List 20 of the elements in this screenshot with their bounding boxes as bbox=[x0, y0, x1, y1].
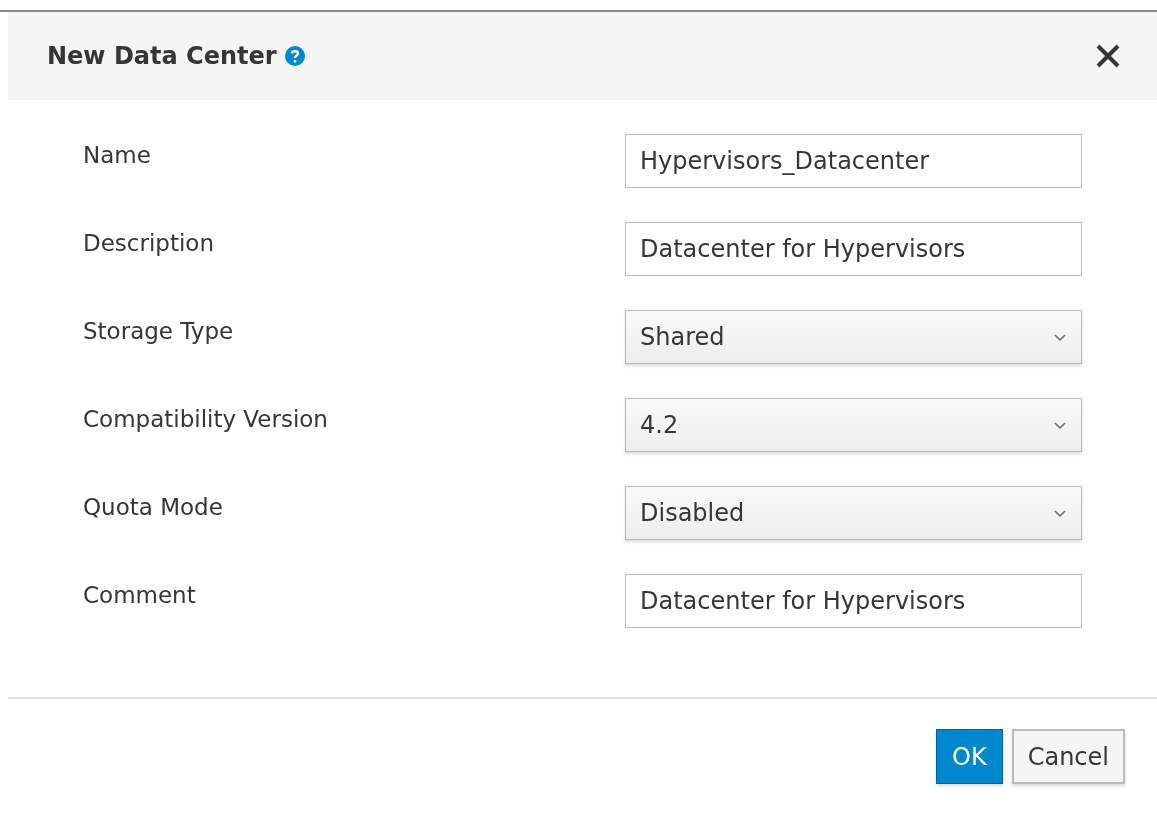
help-icon[interactable] bbox=[284, 46, 305, 66]
field-label: Storage Type bbox=[83, 317, 234, 346]
dropdown[interactable]: Disabled bbox=[625, 486, 1082, 540]
input-field[interactable]: Datacenter for Hypervisors bbox=[625, 574, 1082, 628]
dropdown[interactable]: 4.2 bbox=[625, 398, 1082, 452]
chevron-down-icon bbox=[1053, 508, 1067, 518]
chevron-down-icon bbox=[1053, 332, 1067, 342]
field-label: Compatibility Version bbox=[83, 405, 328, 434]
field-label: Description bbox=[83, 229, 214, 258]
cancel-button[interactable]: Cancel bbox=[1011, 729, 1125, 784]
ok-button[interactable]: OK bbox=[936, 729, 1003, 784]
chevron-down-icon bbox=[1053, 420, 1067, 430]
dialog-title: New Data Center bbox=[47, 41, 277, 72]
close-icon[interactable] bbox=[1095, 43, 1121, 69]
dropdown[interactable]: Shared bbox=[625, 310, 1082, 364]
input-field[interactable]: Hypervisors_Datacenter bbox=[625, 134, 1082, 188]
input-field[interactable]: Datacenter for Hypervisors bbox=[625, 222, 1082, 276]
field-label: Quota Mode bbox=[83, 493, 223, 522]
field-label: Comment bbox=[83, 581, 196, 610]
field-label: Name bbox=[83, 141, 151, 170]
